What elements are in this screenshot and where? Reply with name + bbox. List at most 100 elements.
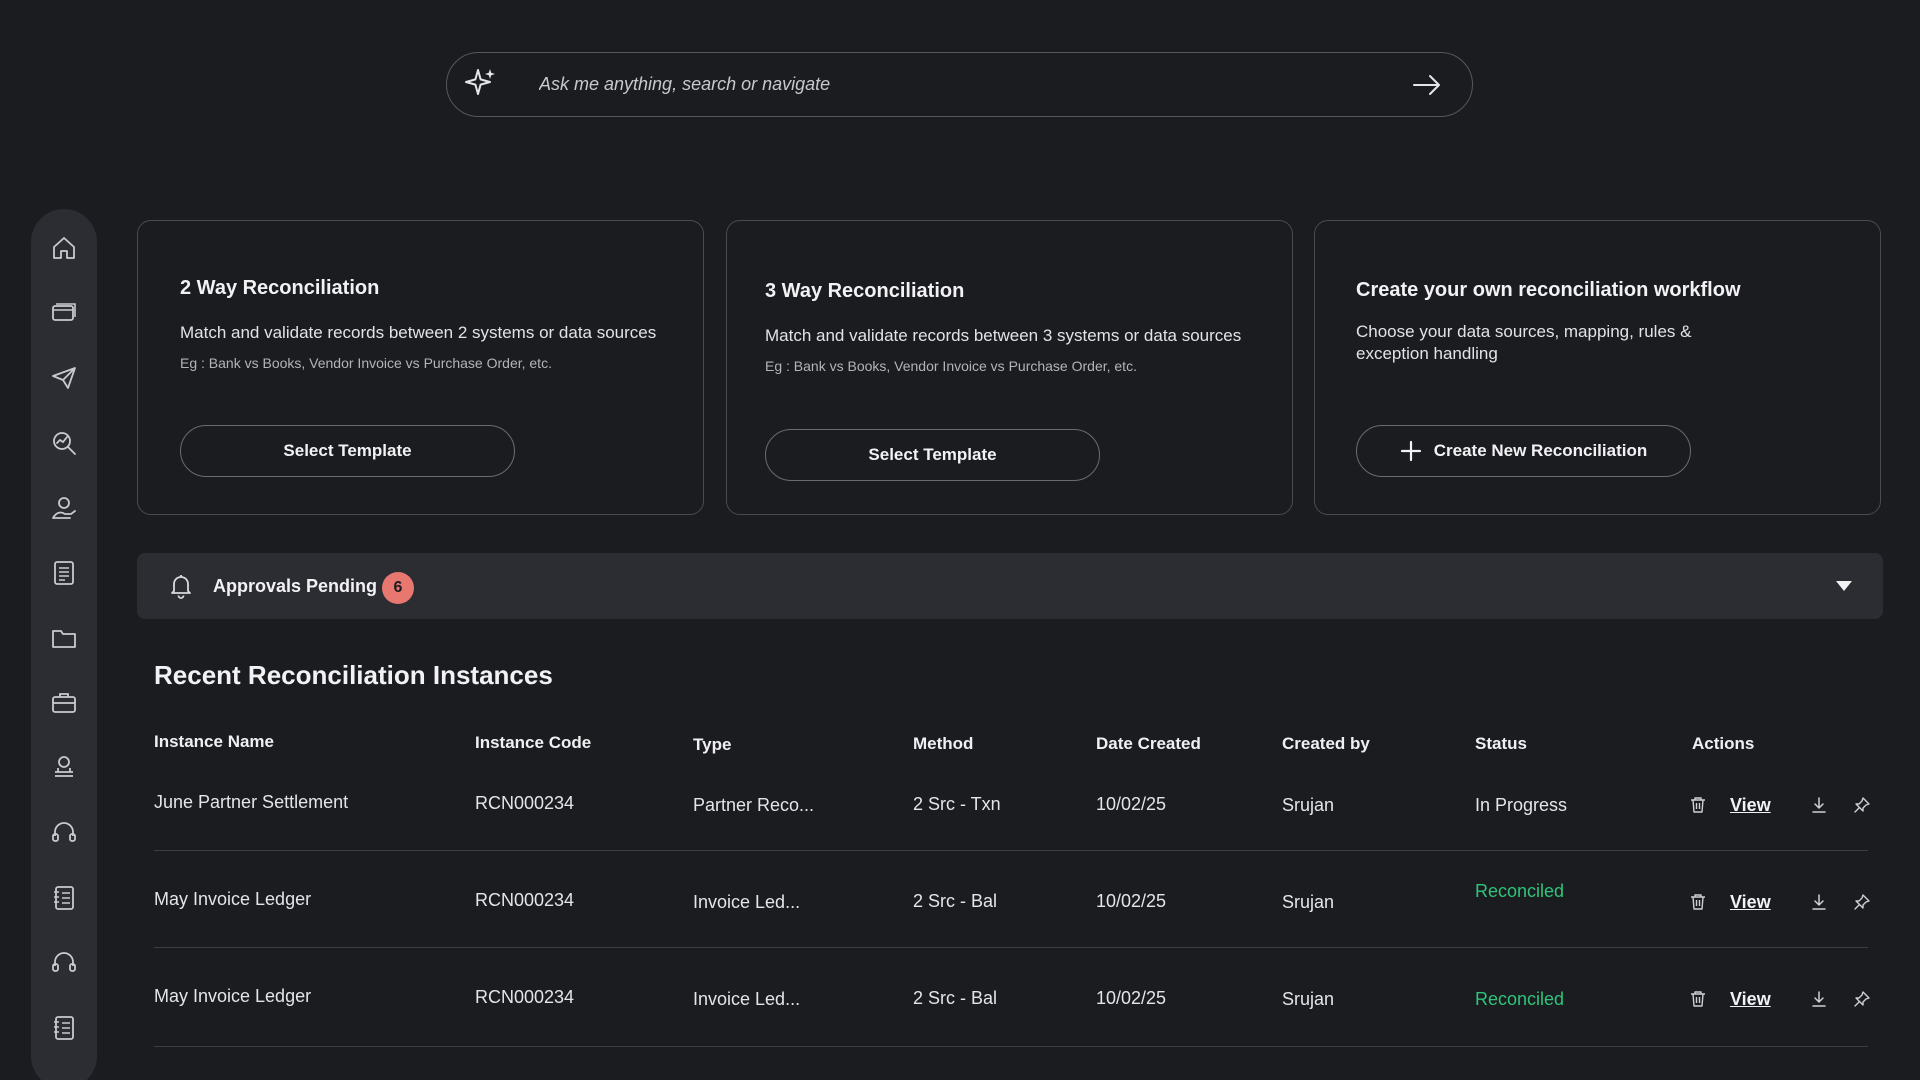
trash-icon [1691, 894, 1705, 910]
instance-created-by: Srujan [1282, 892, 1335, 912]
ledger-icon [54, 886, 74, 910]
instance-type: Partner Reco... [693, 795, 815, 815]
approvals-label: Approvals Pending [213, 576, 378, 596]
instance-name: May Invoice Ledger [154, 889, 312, 909]
instance-date: 10/02/25 [1096, 891, 1167, 911]
submit-arrow-icon[interactable] [1412, 73, 1442, 97]
column-header-type: Type [693, 735, 732, 754]
download-icon [1812, 797, 1826, 813]
plus-icon [1400, 440, 1421, 462]
card-3-way-reconciliation: 3 Way Reconciliation Match and validate … [726, 220, 1293, 515]
column-header-created-by: Created by [1282, 734, 1370, 753]
briefcase-icon [52, 693, 76, 713]
download-icon [1812, 894, 1826, 910]
ledger-icon [54, 1016, 74, 1040]
sidebar-item-payments[interactable] [50, 494, 78, 522]
trash-icon [1691, 991, 1705, 1007]
sidebar-item-portfolio[interactable] [50, 689, 78, 717]
pin-button[interactable] [1853, 796, 1871, 814]
instance-code: RCN000234 [475, 987, 575, 1007]
sidebar-item-ledger-2[interactable] [50, 1014, 78, 1042]
view-link[interactable]: View [1730, 989, 1771, 1010]
card-2-way-reconciliation: 2 Way Reconciliation Match and validate … [137, 220, 704, 515]
sidebar-item-funds[interactable] [50, 754, 78, 782]
card-title: 2 Way Reconciliation [180, 277, 380, 299]
download-icon [1812, 991, 1826, 1007]
card-description: Match and validate records between 2 sys… [180, 323, 657, 342]
home-icon [53, 237, 75, 259]
sidebar-item-folders[interactable] [50, 624, 78, 652]
column-header-method: Method [913, 734, 974, 753]
instance-date: 10/02/25 [1096, 794, 1167, 814]
status-badge: Reconciled [1475, 881, 1565, 901]
approvals-pending-bar[interactable]: Approvals Pending 6 [137, 553, 1883, 619]
instance-code: RCN000234 [475, 890, 575, 910]
pin-icon [1854, 991, 1870, 1007]
send-icon [52, 367, 76, 389]
card-icon [52, 303, 76, 321]
money-hand-icon [52, 497, 76, 519]
folder-icon [52, 630, 76, 648]
search-input[interactable] [539, 67, 1339, 101]
instance-type: Invoice Led... [693, 989, 801, 1009]
pin-icon [1854, 894, 1870, 910]
assistant-search-bar [446, 52, 1473, 117]
card-title: Create your own reconciliation workflow [1356, 279, 1741, 301]
sidebar-item-support-2[interactable] [50, 949, 78, 977]
sidebar-item-documents[interactable] [50, 559, 78, 587]
instance-created-by: Srujan [1282, 989, 1335, 1009]
sparkle-icon [465, 69, 495, 95]
view-link[interactable]: View [1730, 795, 1771, 816]
column-header-instance-name: Instance Name [154, 732, 274, 751]
sidebar-item-ledger[interactable] [50, 884, 78, 912]
bell-icon [171, 575, 191, 599]
chevron-down-icon[interactable] [1835, 579, 1853, 593]
card-description: Match and validate records between 3 sys… [765, 326, 1242, 345]
delete-button[interactable] [1689, 796, 1707, 814]
column-header-status: Status [1475, 734, 1527, 753]
status-badge: In Progress [1475, 795, 1568, 815]
select-template-button[interactable]: Select Template [180, 425, 515, 477]
status-badge: Reconciled [1475, 989, 1565, 1009]
delete-button[interactable] [1689, 990, 1707, 1008]
section-title: Recent Reconciliation Instances [154, 660, 553, 690]
pin-button[interactable] [1853, 893, 1871, 911]
card-example: Eg : Bank vs Books, Vendor Invoice vs Pu… [765, 358, 1137, 374]
column-header-actions: Actions [1692, 734, 1755, 753]
download-button[interactable] [1810, 796, 1828, 814]
table-row: May Invoice Ledger RCN000234 Invoice Led… [154, 950, 1871, 1047]
sidebar-item-send[interactable] [50, 364, 78, 392]
view-link[interactable]: View [1730, 892, 1771, 913]
headset-icon [52, 952, 76, 972]
instance-name: May Invoice Ledger [154, 986, 312, 1006]
pin-button[interactable] [1853, 990, 1871, 1008]
delete-button[interactable] [1689, 893, 1707, 911]
document-list-icon [54, 561, 74, 585]
create-new-reconciliation-label: Create New Reconciliation [1433, 441, 1648, 460]
approvals-count-badge: 6 [382, 572, 414, 604]
sidebar-item-home[interactable] [50, 234, 78, 262]
pin-icon [1854, 797, 1870, 813]
instance-code: RCN000234 [475, 793, 575, 813]
column-header-date-created: Date Created [1096, 734, 1201, 753]
instance-name: June Partner Settlement [154, 792, 349, 812]
instance-type: Invoice Led... [693, 892, 801, 912]
instance-method: 2 Src - Bal [913, 891, 998, 911]
coin-hand-icon [55, 756, 73, 777]
table-row: May Invoice Ledger RCN000234 Invoice Led… [154, 851, 1871, 948]
card-example: Eg : Bank vs Books, Vendor Invoice vs Pu… [180, 355, 552, 371]
instance-method: 2 Src - Bal [913, 988, 998, 1008]
create-new-reconciliation-button[interactable]: Create New Reconciliation [1356, 425, 1691, 477]
table-row: June Partner Settlement RCN000234 Partne… [154, 754, 1871, 851]
download-button[interactable] [1810, 990, 1828, 1008]
column-header-instance-code: Instance Code [475, 733, 592, 752]
select-template-button[interactable]: Select Template [765, 429, 1100, 481]
sidebar-item-support[interactable] [50, 819, 78, 847]
sidebar-item-analytics[interactable] [50, 429, 78, 457]
instance-method: 2 Src - Txn [913, 794, 1001, 814]
download-button[interactable] [1810, 893, 1828, 911]
sidebar-item-cards[interactable] [50, 299, 78, 327]
card-custom-workflow: Create your own reconciliation workflow … [1314, 220, 1881, 515]
search-chart-icon [53, 432, 76, 455]
sidebar [31, 209, 97, 1080]
